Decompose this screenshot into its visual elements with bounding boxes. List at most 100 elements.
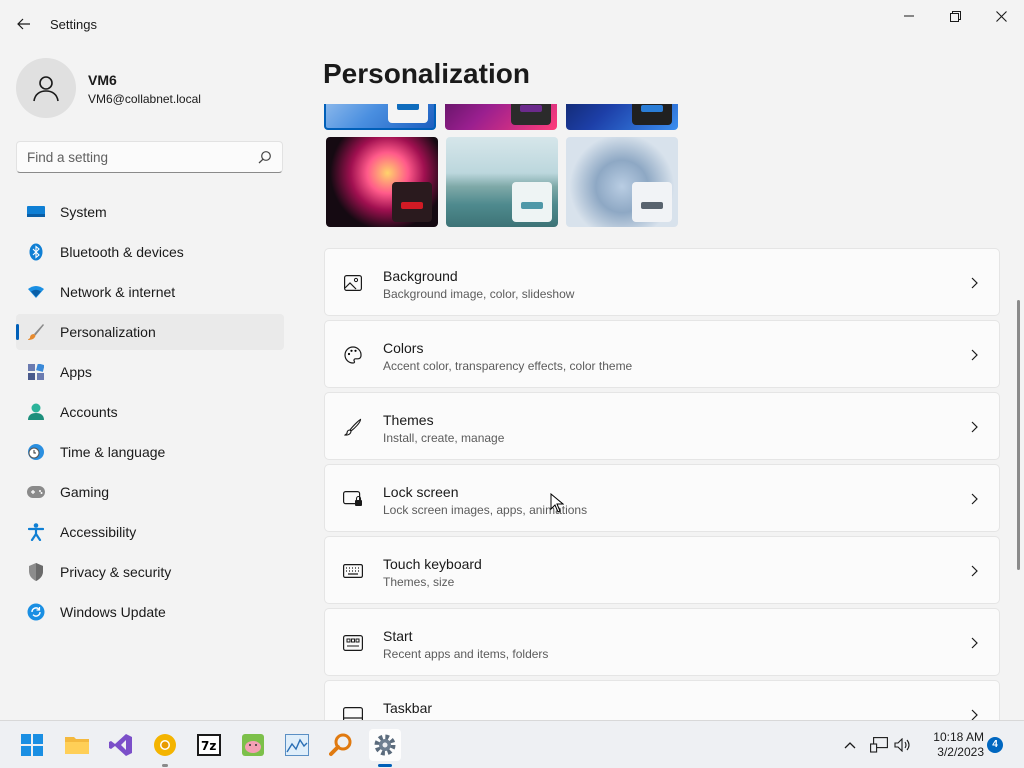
image-icon [343, 273, 363, 293]
chevron-right-icon [971, 349, 978, 361]
touch-keyboard-setting-card[interactable]: Touch keyboard Themes, size [324, 536, 1000, 604]
sidebar-item-network[interactable]: Network & internet [16, 274, 284, 310]
theme-thumbnail[interactable] [445, 104, 557, 130]
wifi-icon [27, 283, 45, 301]
user-name: VM6 [88, 72, 117, 88]
sidebar-item-personalization[interactable]: Personalization [16, 314, 284, 350]
sidebar-nav: System Bluetooth & devices Network & int… [16, 194, 284, 634]
sidebar-item-apps[interactable]: Apps [16, 354, 284, 390]
sidebar-item-label: Time & language [60, 444, 166, 460]
page-title: Personalization [323, 58, 530, 89]
search-box[interactable] [16, 141, 283, 173]
accounts-icon [27, 403, 45, 421]
clock-date: 3/2/2023 [937, 745, 984, 759]
maximize-button[interactable] [932, 0, 978, 32]
sidebar-item-bluetooth[interactable]: Bluetooth & devices [16, 234, 284, 270]
clock-globe-icon [27, 443, 45, 461]
network-tray-button[interactable] [866, 729, 892, 761]
close-button[interactable] [978, 0, 1024, 32]
card-title: Themes [383, 412, 434, 428]
sidebar-item-label: Accessibility [60, 524, 137, 540]
theme-thumbnail[interactable] [324, 104, 436, 130]
sidebar-item-label: Accounts [60, 404, 118, 420]
keyboard-icon [343, 561, 363, 581]
themes-setting-card[interactable]: Themes Install, create, manage [324, 392, 1000, 460]
sidebar-item-privacy[interactable]: Privacy & security [16, 554, 284, 590]
search-icon[interactable] [258, 150, 272, 164]
chevron-right-icon [971, 277, 978, 289]
theme-thumbnail[interactable] [326, 137, 438, 227]
pig-app-button[interactable] [237, 729, 269, 761]
shield-icon [27, 563, 45, 581]
chrome-canary-button[interactable] [149, 729, 181, 767]
chrome-canary-icon [154, 734, 176, 756]
colors-setting-card[interactable]: Colors Accent color, transparency effect… [324, 320, 1000, 388]
title-bar: Settings [0, 0, 1024, 48]
sidebar-item-label: Personalization [60, 324, 156, 340]
sidebar-item-time-language[interactable]: Time & language [16, 434, 284, 470]
brush-icon [27, 323, 45, 341]
sidebar-item-accessibility[interactable]: Accessibility [16, 514, 284, 550]
clock[interactable]: 10:18 AM 3/2/2023 [920, 730, 984, 760]
sidebar-item-accounts[interactable]: Accounts [16, 394, 284, 430]
svg-text:7z: 7z [201, 739, 216, 753]
user-email: VM6@collabnet.local [88, 92, 201, 106]
performance-monitor-button[interactable] [281, 729, 313, 761]
scrollbar-thumb[interactable] [1017, 300, 1020, 570]
theme-thumbnail[interactable] [446, 137, 558, 227]
card-subtitle: Themes, size [383, 575, 455, 589]
minimize-button[interactable] [886, 0, 932, 32]
active-indicator [378, 764, 392, 767]
notification-badge[interactable]: 4 [987, 737, 1003, 753]
card-subtitle: Accent color, transparency effects, colo… [383, 359, 633, 373]
card-title: Colors [383, 340, 424, 356]
visual-studio-icon [109, 734, 132, 756]
theme-thumbnail[interactable] [566, 104, 678, 130]
sidebar-item-label: Bluetooth & devices [60, 244, 184, 260]
network-wired-icon [870, 737, 888, 753]
sidebar-item-label: Apps [60, 364, 92, 380]
theme-thumbnail[interactable] [566, 137, 678, 227]
search-app-button[interactable] [325, 729, 357, 761]
visual-studio-button[interactable] [105, 729, 137, 761]
search-input[interactable] [17, 142, 247, 172]
background-setting-card[interactable]: Background Background image, color, slid… [324, 248, 1000, 316]
back-button[interactable] [12, 12, 36, 36]
file-explorer-button[interactable] [61, 729, 93, 761]
accessibility-icon [27, 523, 45, 541]
bluetooth-icon [27, 243, 45, 261]
card-subtitle: Background image, color, slideshow [383, 287, 575, 301]
palette-icon [343, 345, 363, 365]
apps-icon [27, 363, 45, 381]
magnifier-icon [329, 733, 352, 756]
chevron-up-icon [844, 742, 856, 749]
avatar [16, 58, 76, 118]
7zip-button[interactable]: 7z [193, 729, 225, 761]
user-profile[interactable]: VM6 VM6@collabnet.local [16, 58, 286, 118]
pig-icon [242, 734, 264, 756]
sidebar-item-gaming[interactable]: Gaming [16, 474, 284, 510]
card-title: Background [383, 268, 458, 284]
sidebar-item-label: Windows Update [60, 604, 166, 620]
lock-screen-setting-card[interactable]: Lock screen Lock screen images, apps, an… [324, 464, 1000, 532]
card-title: Touch keyboard [383, 556, 482, 572]
start-icon [343, 633, 363, 653]
7zip-icon: 7z [197, 734, 221, 756]
show-hidden-icons-button[interactable] [836, 729, 864, 761]
volume-tray-button[interactable] [890, 729, 914, 761]
start-setting-card[interactable]: Start Recent apps and items, folders [324, 608, 1000, 676]
person-icon [33, 76, 59, 102]
chevron-right-icon [971, 493, 978, 505]
card-subtitle: Install, create, manage [383, 431, 505, 445]
close-icon [995, 10, 1007, 22]
sidebar-item-windows-update[interactable]: Windows Update [16, 594, 284, 630]
taskbar: 7z 10:18 AM 3/2/2023 4 [0, 720, 1024, 768]
restore-icon [949, 10, 961, 22]
chart-window-icon [285, 734, 309, 756]
start-button[interactable] [16, 729, 48, 761]
settings-taskbar-button[interactable] [369, 729, 401, 767]
theme-gallery [324, 104, 684, 229]
sidebar-item-system[interactable]: System [16, 194, 284, 230]
gamepad-icon [27, 483, 45, 501]
settings-list: Background Background image, color, slid… [324, 248, 1000, 752]
